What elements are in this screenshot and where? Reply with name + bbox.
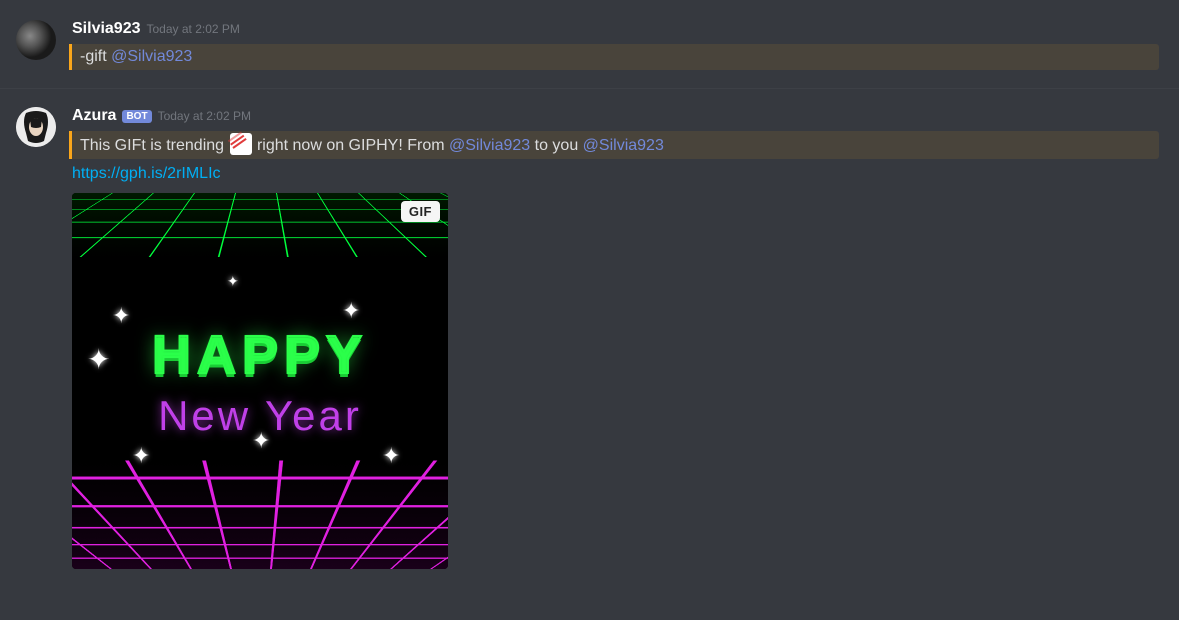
avatar[interactable] (16, 107, 56, 147)
content-text: to you (530, 137, 582, 154)
gif-embed[interactable]: GIF ✦ ✦ ✦ ✦ ✦ ✦ ✦ HAPPY New Year (72, 193, 448, 569)
message-header: Azura BOT Today at 2:02 PM (72, 107, 1159, 129)
mention[interactable]: @Silvia923 (583, 137, 664, 154)
content-text: right now on GIPHY! From (253, 137, 450, 154)
command-text: -gift (80, 48, 111, 65)
mention[interactable]: @Silvia923 (111, 48, 192, 65)
timestamp: Today at 2:02 PM (158, 109, 251, 123)
content-text: This GIFt is trending (80, 137, 229, 154)
gif-badge: GIF (401, 201, 440, 222)
chart-increasing-icon (230, 133, 252, 155)
divider (0, 88, 1179, 89)
gif-image: ✦ ✦ ✦ ✦ ✦ ✦ ✦ HAPPY New Year (72, 193, 448, 569)
message-content: -gift @Silvia923 (69, 44, 1159, 70)
message-content: This GIFt is trending right now on GIPHY… (69, 131, 1159, 159)
gif-link[interactable]: https://gph.is/2rIMLIc (72, 163, 221, 185)
username[interactable]: Silvia923 (72, 20, 141, 38)
avatar[interactable] (16, 20, 56, 60)
message-header: Silvia923 Today at 2:02 PM (72, 20, 1159, 42)
bot-tag: BOT (122, 110, 151, 123)
message-list: Silvia923 Today at 2:02 PM -gift @Silvia… (0, 0, 1179, 577)
message: Azura BOT Today at 2:02 PM This GIFt is … (0, 95, 1179, 577)
timestamp: Today at 2:02 PM (147, 22, 240, 36)
mention[interactable]: @Silvia923 (449, 137, 530, 154)
username[interactable]: Azura (72, 107, 116, 125)
message: Silvia923 Today at 2:02 PM -gift @Silvia… (0, 12, 1179, 78)
